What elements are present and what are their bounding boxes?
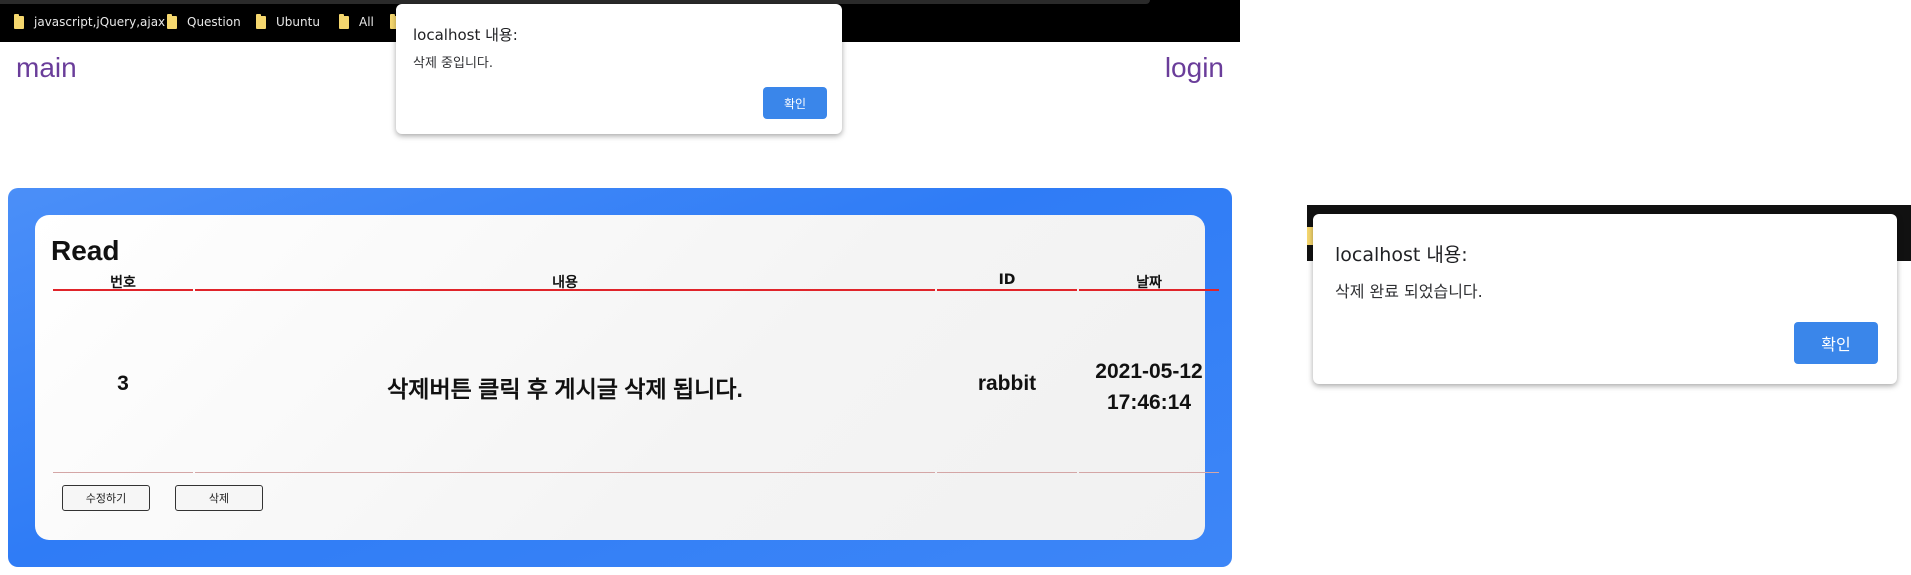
folder-icon (14, 13, 24, 29)
folder-icon (256, 13, 266, 29)
edit-button[interactable]: 수정하기 (62, 485, 150, 511)
read-card: Read 번호 내용 ID 날짜 3 삭제버튼 클릭 후 게시글 삭제 됩니다.… (35, 215, 1219, 540)
login-link[interactable]: login (1165, 52, 1224, 84)
main-link[interactable]: main (16, 52, 77, 84)
dialog-title: localhost 내용: (413, 26, 518, 44)
row-divider (1079, 472, 1219, 473)
bookmark-all[interactable]: All (339, 13, 374, 31)
header-divider (937, 289, 1077, 291)
dialog-message: 삭제 완료 되었습니다. (1335, 282, 1483, 301)
bookmark-label: All (359, 15, 374, 29)
browser-window-left: javascript,jQuery,ajax Question Ubuntu A… (0, 0, 1240, 575)
bookmark-question[interactable]: Question (167, 13, 241, 31)
row-divider (937, 472, 1077, 473)
bookmark-ubuntu[interactable]: Ubuntu (256, 13, 320, 31)
alert-dialog-deleted: localhost 내용: 삭제 완료 되었습니다. 확인 (1313, 214, 1897, 384)
post-content: 삭제버튼 클릭 후 게시글 삭제 됩니다. (387, 376, 743, 402)
page-title: Read (51, 235, 120, 266)
post-date-day: 2021-05-12 (1095, 360, 1203, 383)
post-author-id: rabbit (977, 372, 1037, 395)
delete-button[interactable]: 삭제 (175, 485, 263, 511)
folder-icon (167, 13, 177, 29)
folder-icon (339, 13, 349, 29)
bookmark-label: javascript,jQuery,ajax (34, 15, 166, 29)
bookmark-label: Question (187, 15, 241, 29)
bookmark-label: Ubuntu (276, 15, 320, 29)
ok-button[interactable]: 확인 (763, 87, 827, 119)
header-divider (195, 289, 935, 291)
row-divider (53, 472, 193, 473)
ok-button[interactable]: 확인 (1794, 322, 1878, 364)
post-date-time: 17:46:14 (1106, 391, 1192, 414)
bookmark-javascript-jquery-ajax[interactable]: javascript,jQuery,ajax (14, 13, 165, 31)
header-divider (53, 289, 193, 291)
dialog-title: localhost 내용: (1335, 244, 1468, 266)
dialog-message: 삭제 중입니다. (413, 56, 494, 71)
post-number: 3 (117, 372, 129, 395)
alert-dialog-deleting: localhost 내용: 삭제 중입니다. 확인 (396, 4, 842, 134)
post-date: 2021-05-12 17:46:14 (1079, 356, 1219, 418)
header-divider (1079, 289, 1219, 291)
row-divider (195, 472, 935, 473)
column-header-id: ID (998, 272, 1016, 288)
